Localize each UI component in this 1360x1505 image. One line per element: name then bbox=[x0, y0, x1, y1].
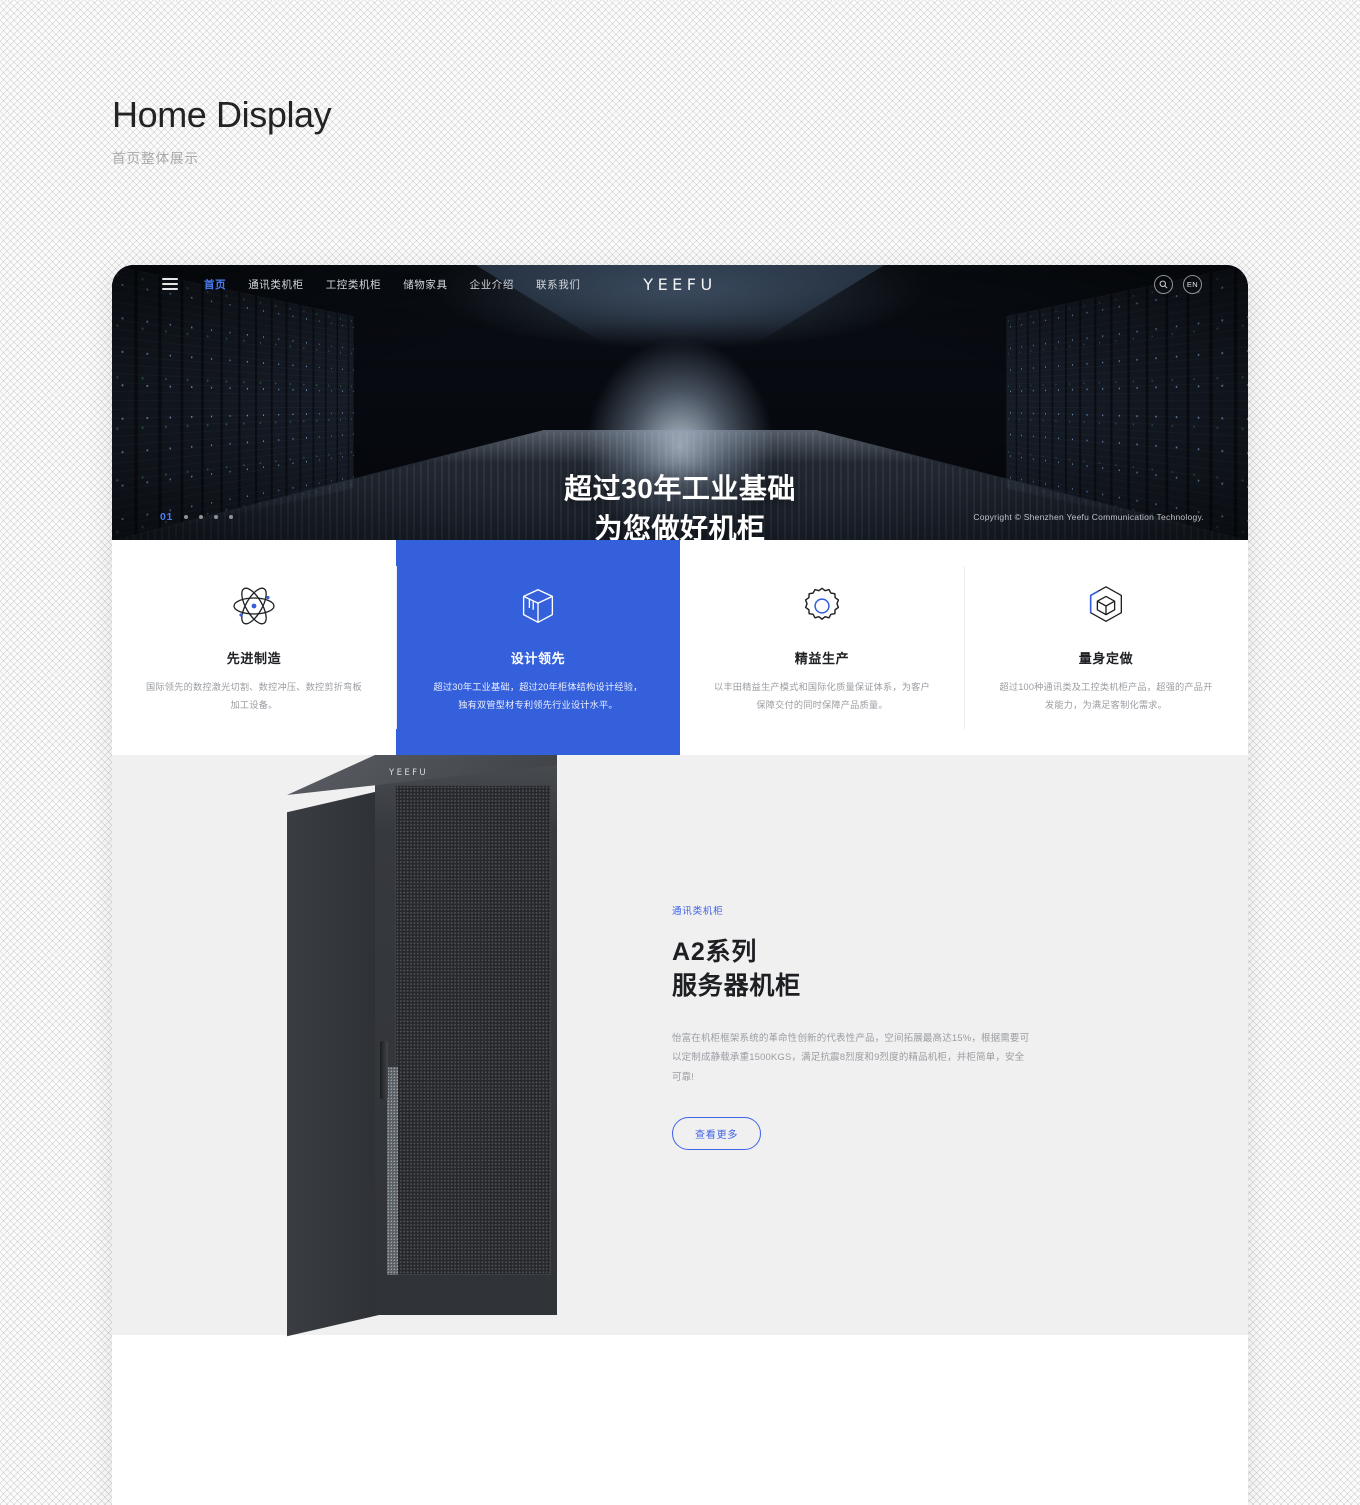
product-cta-button[interactable]: 查看更多 bbox=[672, 1117, 762, 1151]
carousel-current-slide: 01 bbox=[160, 511, 173, 523]
carousel-indicators: 01 bbox=[160, 511, 233, 523]
main-navigation: 首页 通讯类机柜 工控类机柜 储物家具 企业介绍 联系我们 YEEFU EN bbox=[112, 265, 1248, 303]
hero-copy: 超过30年工业基础 为您做好机柜 查看更多 bbox=[112, 469, 1248, 540]
nav-item-about[interactable]: 企业介绍 bbox=[470, 277, 514, 292]
product-title-line2: 服务器机柜 bbox=[672, 972, 802, 1000]
feature-desc: 超过100种通讯类及工控类机柜产品，超强的产品开发能力，为满足客制化需求。 bbox=[999, 682, 1213, 710]
carousel-dot[interactable] bbox=[213, 515, 218, 519]
feature-card-design-leadership[interactable]: 设计领先 超过30年工业基础，超过20年柜体结构设计经验，独有双管型材专利领先行… bbox=[396, 540, 680, 755]
hero-footer: 01 Copyright © Shenzhen Yeefu Communicat… bbox=[112, 511, 1248, 523]
product-description: 怡富在机柜框架系统的革命性创新的代表性产品，空间拓展最高达15%，根据需要可以定… bbox=[672, 1033, 1030, 1083]
product-copy: 通讯类机柜 A2系列 服务器机柜 怡富在机柜框架系统的革命性创新的代表性产品，空… bbox=[672, 755, 1032, 1151]
product-showcase-section: YEEFU 通讯类机柜 A2系列 服务器机柜 怡富在机柜框架系统的革命性创新的代… bbox=[112, 755, 1248, 1337]
carousel-dot[interactable] bbox=[183, 515, 188, 519]
nav-item-home[interactable]: 首页 bbox=[204, 277, 226, 292]
nav-right-actions: EN bbox=[1154, 274, 1202, 294]
carousel-dot[interactable] bbox=[198, 515, 203, 519]
feature-desc: 以丰田精益生产模式和国际化质量保证体系，为客户保障交付的同时保障产品质量。 bbox=[714, 682, 930, 710]
cabinet-brand-label: YEEFU bbox=[389, 768, 429, 778]
nav-links: 首页 通讯类机柜 工控类机柜 储物家具 企业介绍 联系我们 bbox=[204, 277, 580, 292]
page-title: Home Display bbox=[112, 94, 332, 135]
hamburger-menu-icon[interactable] bbox=[162, 275, 178, 293]
nav-item-industrial-cabinet[interactable]: 工控类机柜 bbox=[326, 277, 382, 292]
search-icon[interactable] bbox=[1154, 274, 1173, 294]
feature-title: 先进制造 bbox=[226, 651, 282, 667]
language-switch-button[interactable]: EN bbox=[1183, 274, 1202, 294]
feature-card-lean-production[interactable]: 精益生产 以丰田精益生产模式和国际化质量保证体系，为客户保障交付的同时保障产品质… bbox=[680, 540, 964, 755]
feature-title: 设计领先 bbox=[510, 651, 566, 667]
copyright-text: Copyright © Shenzhen Yeefu Communication… bbox=[973, 512, 1204, 522]
nav-item-storage-furniture[interactable]: 储物家具 bbox=[403, 277, 447, 292]
atom-icon bbox=[230, 580, 278, 632]
nav-item-contact[interactable]: 联系我们 bbox=[536, 277, 580, 292]
cabinet-door-handle bbox=[380, 1041, 388, 1099]
server-cabinet-illustration: YEEFU bbox=[287, 755, 557, 1337]
cube-box-icon bbox=[515, 580, 561, 632]
cabinet-vent-strip bbox=[387, 1067, 398, 1275]
feature-title: 量身定做 bbox=[1078, 651, 1134, 667]
feature-desc: 国际领先的数控激光切割、数控冲压、数控剪折弯板加工设备。 bbox=[146, 682, 362, 710]
feature-card-advanced-manufacturing[interactable]: 先进制造 国际领先的数控激光切割、数控冲压、数控剪折弯板加工设备。 bbox=[112, 540, 396, 755]
hero-section: 首页 通讯类机柜 工控类机柜 储物家具 企业介绍 联系我们 YEEFU EN 超… bbox=[112, 265, 1248, 540]
cabinet-side-panel bbox=[287, 791, 379, 1337]
feature-desc: 超过30年工业基础，超过20年柜体结构设计经验，独有双管型材专利领先行业设计水平… bbox=[433, 682, 643, 710]
feature-card-custom-made[interactable]: 量身定做 超过100种通讯类及工控类机柜产品，超强的产品开发能力，为满足客制化需… bbox=[964, 540, 1248, 755]
carousel-dot[interactable] bbox=[228, 515, 233, 519]
hero-headline-line1: 超过30年工业基础 bbox=[564, 473, 796, 504]
feature-title: 精益生产 bbox=[794, 651, 850, 667]
hexagon-cube-icon bbox=[1083, 580, 1129, 632]
product-image: YEEFU bbox=[112, 755, 672, 1337]
product-title-line1: A2系列 bbox=[672, 938, 758, 966]
cabinet-mesh-door bbox=[395, 785, 551, 1275]
site-logo[interactable]: YEEFU bbox=[643, 275, 716, 294]
page-subtitle: 首页整体展示 bbox=[112, 151, 199, 166]
website-mockup: 首页 通讯类机柜 工控类机柜 储物家具 企业介绍 联系我们 YEEFU EN 超… bbox=[112, 265, 1248, 1505]
product-title: A2系列 服务器机柜 bbox=[672, 935, 1032, 1003]
nav-item-comm-cabinet[interactable]: 通讯类机柜 bbox=[248, 277, 304, 292]
hero-headline: 超过30年工业基础 为您做好机柜 bbox=[112, 469, 1248, 540]
features-section: 先进制造 国际领先的数控激光切割、数控冲压、数控剪折弯板加工设备。 设计领先 超… bbox=[112, 540, 1248, 755]
gear-icon bbox=[799, 580, 845, 632]
product-category-label: 通讯类机柜 bbox=[672, 906, 724, 917]
page-header: Home Display 首页整体展示 bbox=[112, 92, 332, 167]
